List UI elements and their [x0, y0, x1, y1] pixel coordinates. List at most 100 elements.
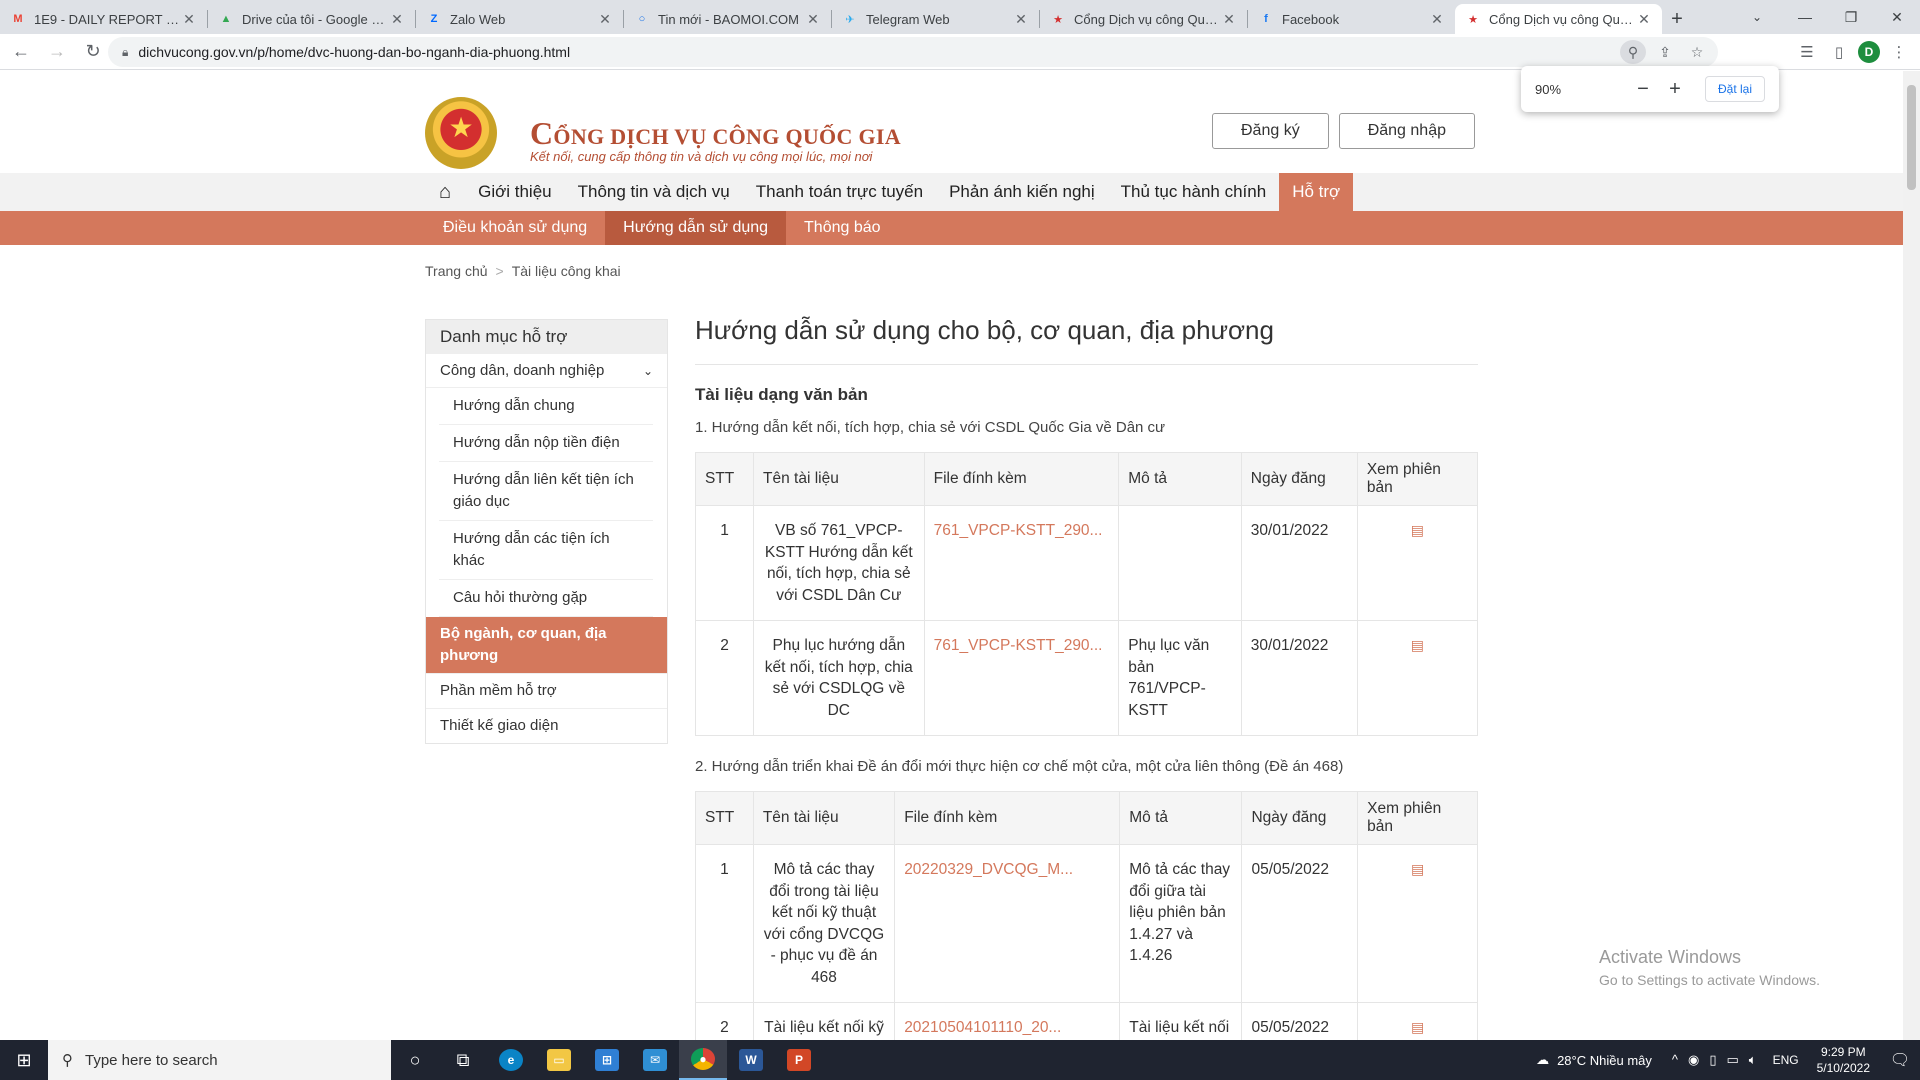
- side-panel-icon[interactable]: ▯: [1826, 38, 1852, 66]
- close-window-icon[interactable]: ✕: [1874, 0, 1920, 34]
- address-bar[interactable]: 🔒︎ dichvucong.gov.vn/p/home/dvc-huong-da…: [108, 37, 1718, 67]
- sidebar-subitem[interactable]: Hướng dẫn liên kết tiện ích giáo dục: [439, 462, 653, 521]
- google-drive-icon: ▲: [220, 13, 232, 25]
- document-view-icon[interactable]: ▤: [1411, 1019, 1424, 1035]
- reading-list-icon[interactable]: ☰: [1794, 38, 1820, 66]
- edge-app-icon[interactable]: e: [487, 1040, 535, 1080]
- zoom-icon[interactable]: ⚲: [1620, 40, 1646, 64]
- back-icon[interactable]: ←: [6, 37, 36, 67]
- column-header: Mô tả: [1119, 791, 1243, 845]
- notification-icon[interactable]: 🗨︎: [1880, 1050, 1920, 1070]
- attachment-link[interactable]: 761_VPCP-KSTT_290...: [923, 505, 1120, 621]
- document-name: Tài liệu kết nối kỹ thuật với Cổng: [752, 1002, 896, 1040]
- chevron-up-icon[interactable]: ^: [1672, 1052, 1678, 1068]
- breadcrumb-home[interactable]: Trang chủ: [425, 263, 488, 279]
- browser-tab[interactable]: ✈ Telegram Web ✕: [832, 4, 1039, 34]
- weather-widget[interactable]: ☁ 28°C Nhiều mây: [1524, 1052, 1664, 1068]
- powerpoint-app-icon[interactable]: P: [775, 1040, 823, 1080]
- browser-tab[interactable]: ★ Cổng Dịch vụ công Quốc gia✕: [1040, 4, 1247, 34]
- login-button[interactable]: Đăng nhập: [1338, 113, 1475, 149]
- document-view-icon[interactable]: ▤: [1411, 522, 1424, 538]
- menu-icon[interactable]: ⋮: [1886, 38, 1912, 66]
- nav-item[interactable]: Thanh toán trực tuyến: [743, 173, 936, 211]
- sidebar-item-selected[interactable]: Bộ ngành, cơ quan, địa phương: [426, 617, 667, 673]
- sidebar-item[interactable]: Thiết kế giao diện: [426, 708, 667, 743]
- restore-icon[interactable]: ❐: [1828, 0, 1874, 34]
- reload-icon[interactable]: ↻: [78, 37, 108, 67]
- zoom-out-button[interactable]: −: [1627, 78, 1659, 101]
- close-tab-icon[interactable]: ✕: [1429, 11, 1445, 28]
- chrome-app-icon[interactable]: ●: [679, 1040, 727, 1080]
- subnav-item[interactable]: Hướng dẫn sử dụng: [605, 211, 787, 245]
- network-icon[interactable]: ▭: [1726, 1052, 1738, 1068]
- main-content: Hướng dẫn sử dụng cho bộ, cơ quan, địa p…: [695, 315, 1479, 1040]
- attachment-link[interactable]: 20210504101110_20...: [894, 1002, 1121, 1040]
- gmail-icon: M: [13, 13, 23, 25]
- taskbar-clock[interactable]: 9:29 PM 5/10/2022: [1807, 1044, 1880, 1076]
- documents-table: STT Tên tài liệu File đính kèm Mô tả Ngày đă…: [695, 791, 1478, 1040]
- browser-tab[interactable]: ▲ Drive của tôi - Google Drive ✕: [208, 4, 415, 34]
- browser-tab[interactable]: ★ Cổng Dịch vụ công Quốc gia✕: [1455, 4, 1662, 34]
- sidebar-subitem[interactable]: Hướng dẫn các tiện ích khác: [439, 521, 653, 580]
- national-emblem-logo[interactable]: [425, 97, 497, 169]
- watermark-line1: Activate Windows: [1599, 947, 1742, 967]
- subnav-item[interactable]: Thông báo: [786, 211, 899, 245]
- tablet-icon[interactable]: ▯: [1709, 1052, 1716, 1068]
- bookmark-star-icon[interactable]: ☆: [1684, 40, 1710, 64]
- zoom-reset-button[interactable]: Đặt lại: [1704, 76, 1765, 102]
- close-tab-icon[interactable]: ✕: [389, 11, 405, 28]
- document-view-icon[interactable]: ▤: [1411, 861, 1424, 877]
- word-app-icon[interactable]: W: [727, 1040, 775, 1080]
- subnav-item[interactable]: Điều khoản sử dụng: [425, 211, 605, 245]
- document-view-icon[interactable]: ▤: [1411, 637, 1424, 653]
- nav-item[interactable]: Giới thiệu: [465, 173, 565, 211]
- close-tab-icon[interactable]: ✕: [597, 11, 613, 28]
- input-language[interactable]: ENG: [1765, 1053, 1807, 1067]
- site-header: CỔNG DỊCH VỤ CÔNG QUỐC GIA Kết nối, cung…: [425, 83, 1475, 171]
- nav-item[interactable]: Thủ tục hành chính: [1108, 173, 1280, 211]
- store-app-icon[interactable]: ⊞: [583, 1040, 631, 1080]
- nav-item[interactable]: Thông tin và dịch vụ: [565, 173, 743, 211]
- sidebar-item[interactable]: Phần mềm hỗ trợ: [426, 673, 667, 708]
- browser-tab[interactable]: M 1E9 - DAILY REPORT - 10/5✕: [0, 4, 207, 34]
- close-tab-icon[interactable]: ✕: [1636, 11, 1652, 28]
- sidebar-subitem[interactable]: Hướng dẫn chung: [439, 388, 653, 425]
- register-button[interactable]: Đăng ký: [1212, 113, 1329, 149]
- scrollbar-thumb[interactable]: [1907, 85, 1916, 190]
- tab-search-icon[interactable]: ⌄: [1744, 4, 1770, 30]
- breadcrumb-current: Tài liệu công khai: [511, 263, 621, 279]
- zoom-in-button[interactable]: +: [1659, 78, 1691, 101]
- close-tab-icon[interactable]: ✕: [181, 11, 197, 28]
- forward-icon[interactable]: →: [42, 37, 72, 67]
- home-icon[interactable]: ⌂: [425, 173, 465, 211]
- view-version-cell: ▤: [1356, 505, 1479, 621]
- minimize-icon[interactable]: —: [1782, 0, 1828, 34]
- mail-app-icon[interactable]: ✉: [631, 1040, 679, 1080]
- new-tab-button[interactable]: +: [1662, 4, 1692, 34]
- browser-tab[interactable]: Z Zalo Web ✕: [416, 4, 623, 34]
- cortana-icon[interactable]: ○: [391, 1040, 439, 1080]
- sidebar-subitem[interactable]: Hướng dẫn nộp tiền điện: [439, 425, 653, 462]
- close-tab-icon[interactable]: ✕: [1221, 11, 1237, 28]
- volume-icon[interactable]: 🔈︎: [1749, 1052, 1757, 1068]
- search-icon: ⚲: [62, 1052, 73, 1069]
- close-tab-icon[interactable]: ✕: [1013, 11, 1029, 28]
- site-title[interactable]: CỔNG DỊCH VỤ CÔNG QUỐC GIA: [530, 115, 901, 152]
- task-view-icon[interactable]: ⧉: [439, 1040, 487, 1080]
- record-icon[interactable]: ◉: [1688, 1052, 1699, 1068]
- attachment-link[interactable]: 20220329_DVCQG_M...: [894, 844, 1121, 1003]
- browser-tab[interactable]: ○ Tin mới - BAOMOI.COM ✕: [624, 4, 831, 34]
- share-icon[interactable]: ⇪: [1652, 40, 1678, 64]
- nav-item[interactable]: Hỗ trợ: [1279, 173, 1354, 211]
- taskbar-search[interactable]: ⚲ Type here to search: [48, 1040, 391, 1080]
- browser-tab[interactable]: f Facebook ✕: [1248, 4, 1455, 34]
- sidebar-group-citizen[interactable]: Công dân, doanh nghiệp ⌄: [426, 354, 667, 388]
- attachment-link[interactable]: 761_VPCP-KSTT_290...: [923, 620, 1120, 736]
- sidebar-subitem[interactable]: Câu hỏi thường gặp: [439, 580, 653, 617]
- close-tab-icon[interactable]: ✕: [805, 11, 821, 28]
- file-explorer-icon[interactable]: ▭: [535, 1040, 583, 1080]
- nav-item[interactable]: Phản ánh kiến nghị: [936, 173, 1108, 211]
- windows-start-icon[interactable]: ⊞: [0, 1040, 48, 1080]
- vertical-scrollbar[interactable]: [1903, 71, 1920, 1040]
- profile-avatar[interactable]: D: [1858, 41, 1880, 63]
